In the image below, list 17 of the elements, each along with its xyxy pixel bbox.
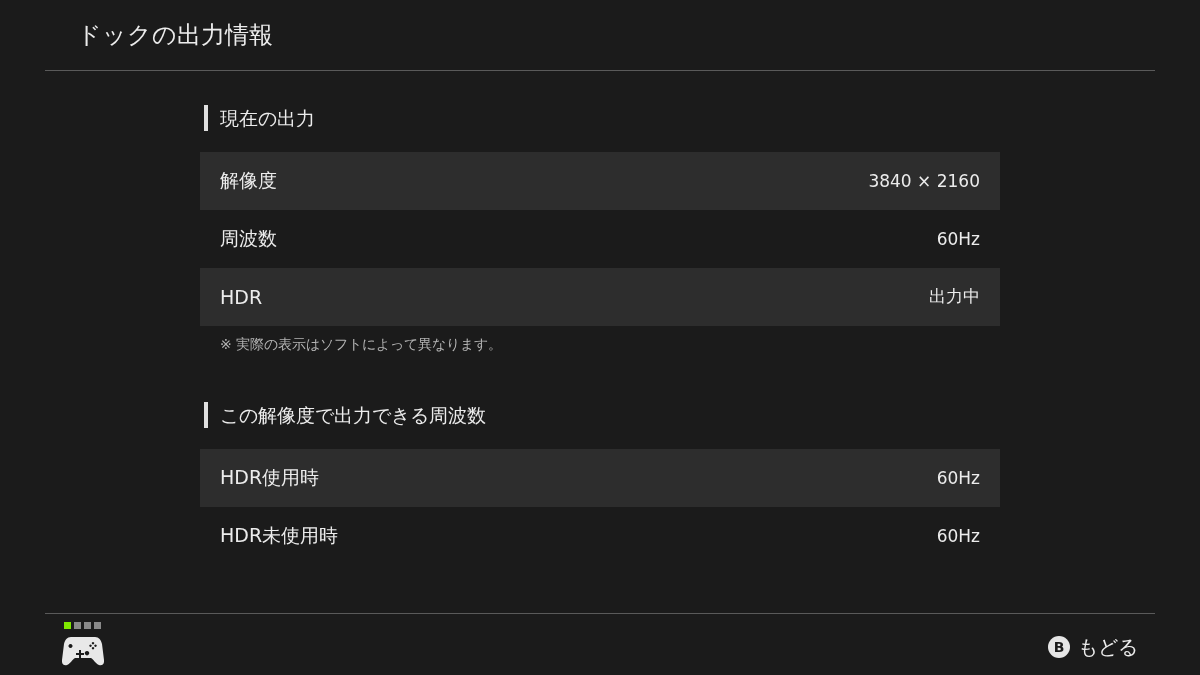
- gamepad-icon: [62, 635, 104, 666]
- row-label: HDR未使用時: [220, 522, 339, 548]
- row-value: 60Hz: [936, 525, 980, 546]
- row-label: HDR使用時: [220, 464, 320, 490]
- row-value: 3840 × 2160: [868, 170, 980, 191]
- b-key-badge: B: [1048, 635, 1070, 658]
- section-heading: 現在の出力: [204, 104, 315, 131]
- row-label: 周波数: [220, 225, 277, 251]
- row-value: 60Hz: [936, 228, 980, 249]
- footnote-text: ※ 実際の表示はソフトによって異なります。: [220, 334, 503, 354]
- row-label: HDR: [220, 285, 263, 308]
- page-title: ドックの出力情報: [77, 19, 273, 51]
- row-label: 解像度: [220, 167, 277, 193]
- row-value: 出力中: [929, 285, 980, 308]
- section-heading: この解像度で出力できる周波数: [204, 401, 486, 428]
- row-value: 60Hz: [936, 467, 980, 488]
- back-button[interactable]: B もどる: [1048, 633, 1138, 660]
